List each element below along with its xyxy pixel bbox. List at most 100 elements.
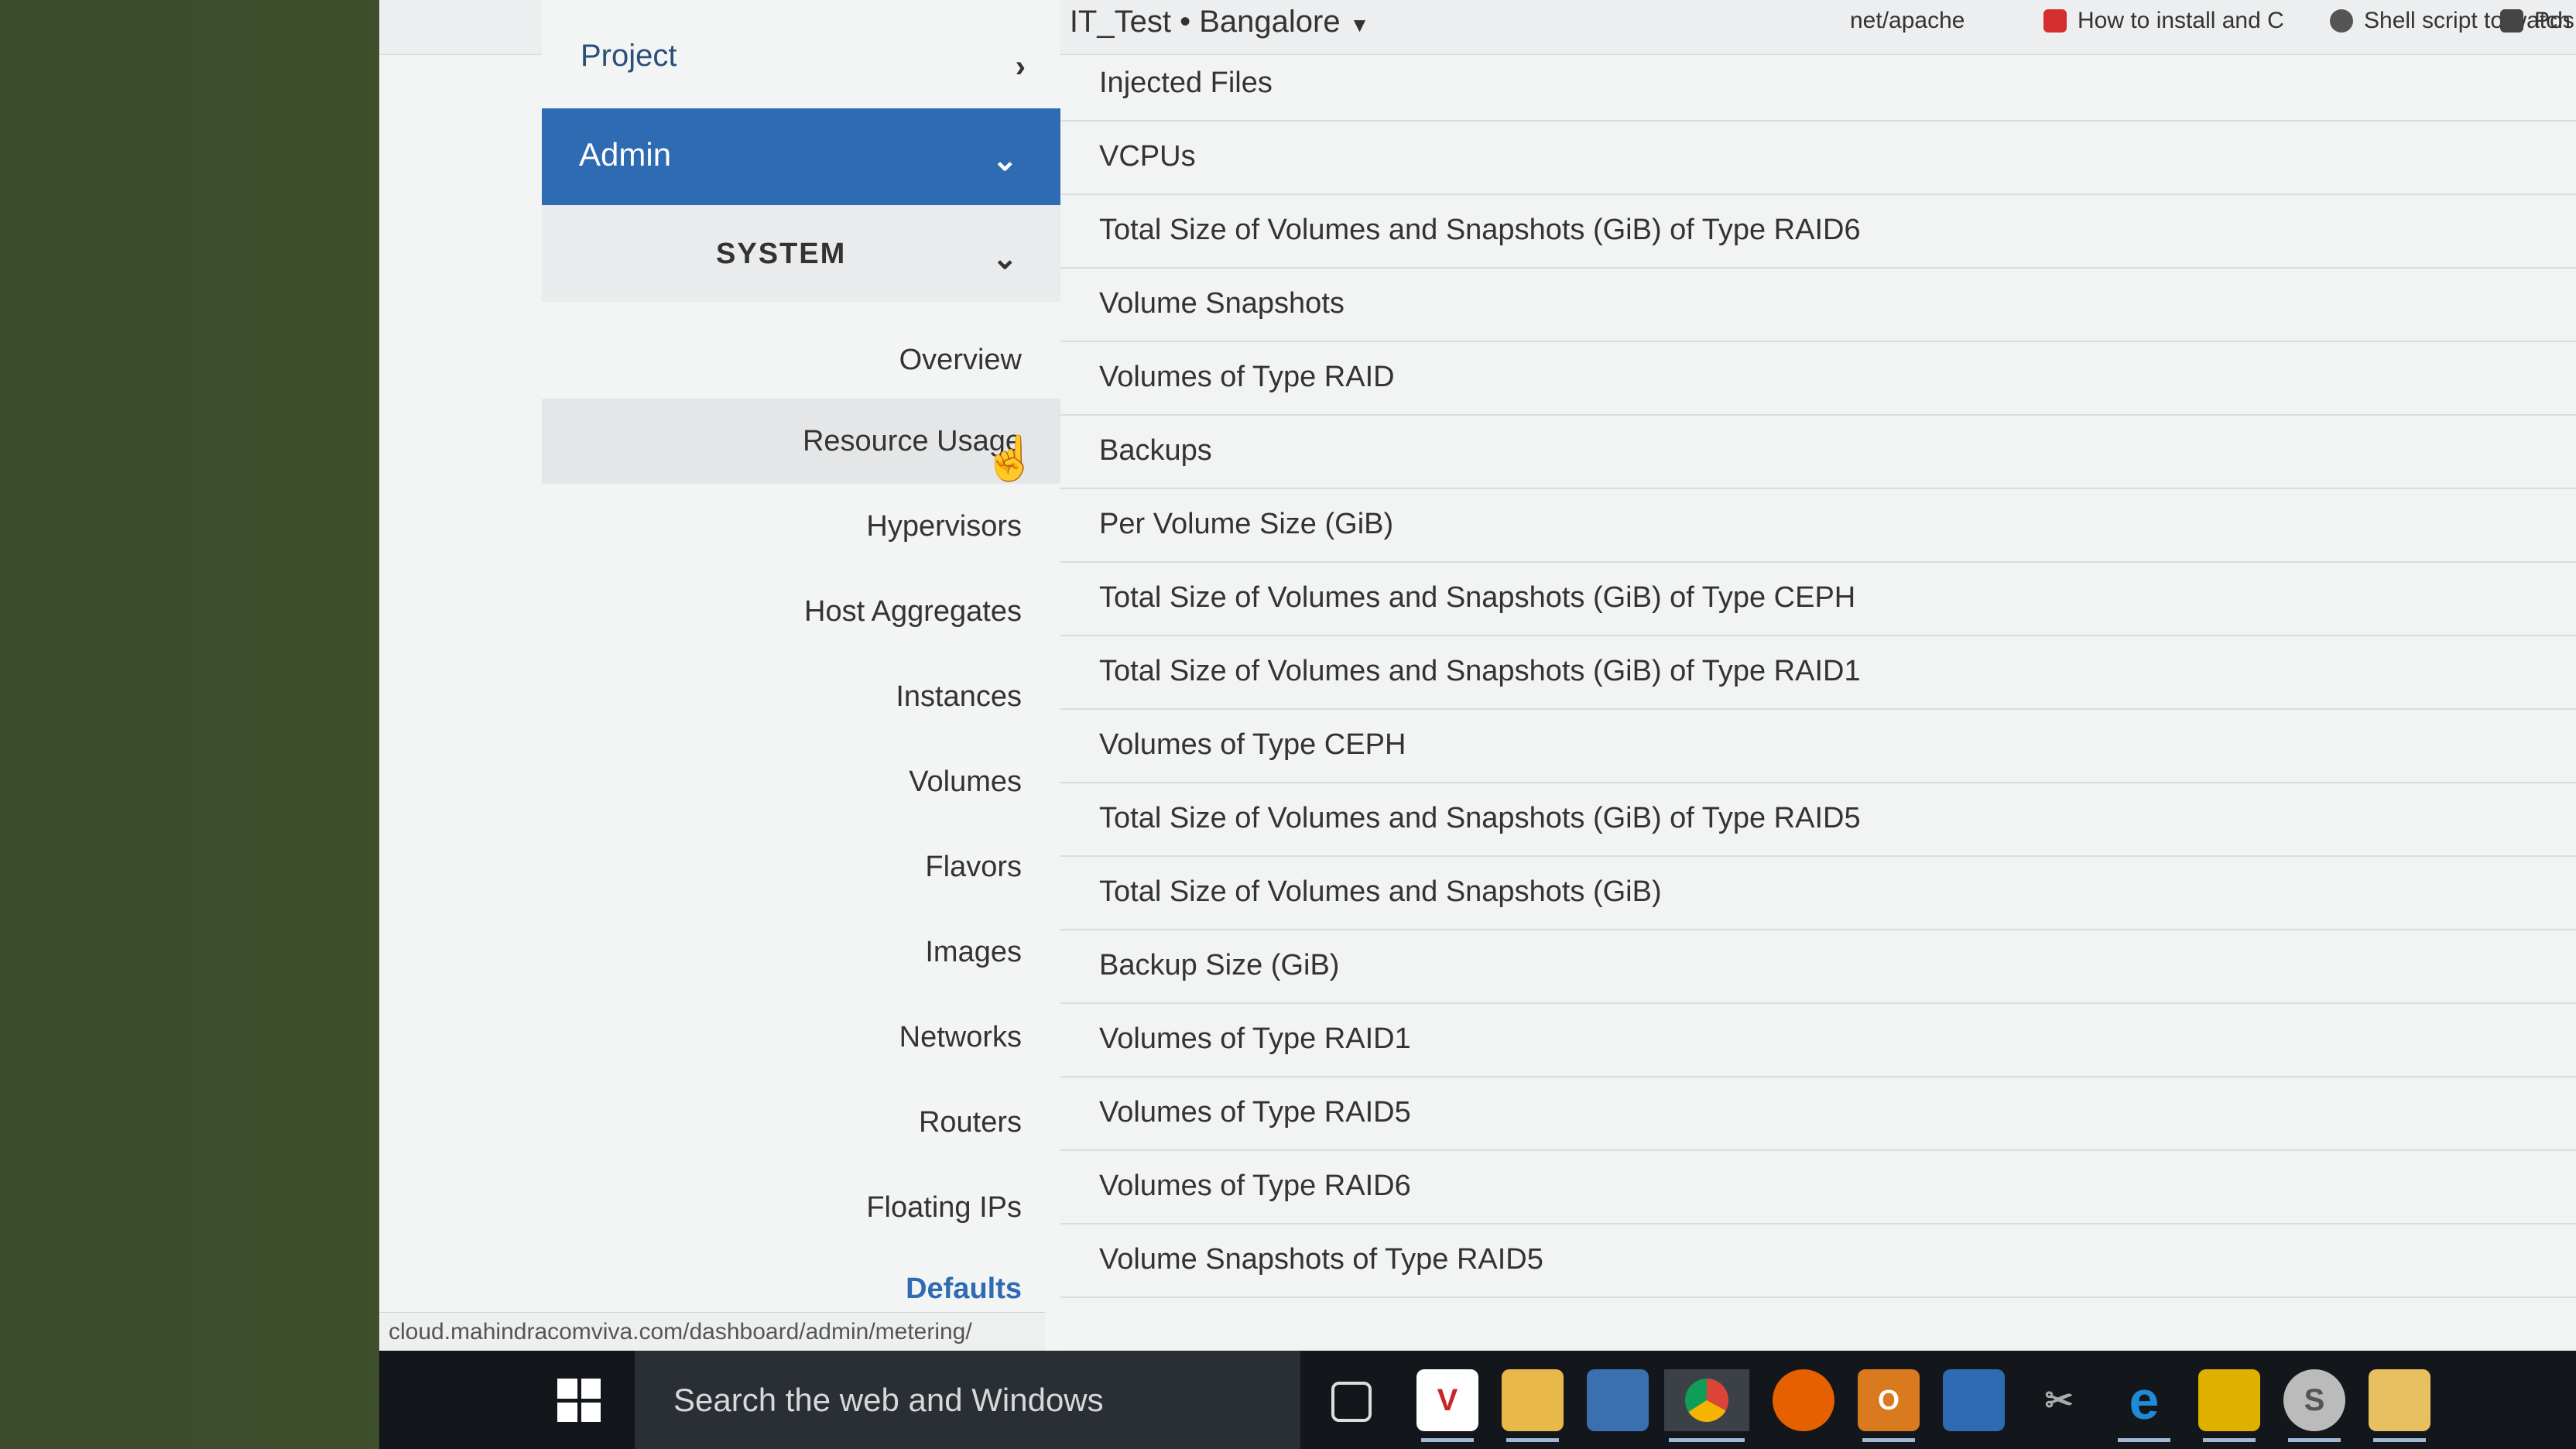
sidebar-item-label: Overview bbox=[899, 344, 1022, 376]
metric-label: Total Size of Volumes and Snapshots (GiB… bbox=[1099, 581, 1856, 614]
bookmark-site-icon bbox=[2500, 9, 2523, 33]
sidebar-project-label: Project bbox=[581, 39, 677, 73]
sidebar-item-label: Hypervisors bbox=[866, 510, 1022, 543]
start-tile bbox=[557, 1402, 577, 1422]
skype-icon[interactable]: S bbox=[2283, 1369, 2345, 1442]
browser-status-bar: cloud.mahindracomviva.com/dashboard/admi… bbox=[379, 1312, 1045, 1351]
start-tile bbox=[557, 1379, 577, 1399]
list-item: Volumes of Type CEPH bbox=[1060, 708, 2576, 783]
sidebar-item-instances[interactable]: Instances bbox=[542, 654, 1060, 739]
file-explorer-icon[interactable] bbox=[1502, 1369, 1564, 1442]
sidebar-item-overview[interactable]: Overview bbox=[542, 317, 1060, 402]
metric-label: VCPUs bbox=[1099, 140, 1196, 173]
bookmark-item[interactable]: net/apache bbox=[1850, 8, 1965, 34]
folder-icon[interactable] bbox=[2369, 1369, 2430, 1442]
list-item: Total Size of Volumes and Snapshots (GiB… bbox=[1060, 855, 2576, 930]
sidebar-item-label: Floating IPs bbox=[866, 1191, 1022, 1224]
list-item: VCPUs bbox=[1060, 120, 2576, 195]
metric-label: Total Size of Volumes and Snapshots (GiB… bbox=[1099, 802, 1861, 834]
start-tile bbox=[581, 1402, 601, 1422]
taskbar-search-placeholder: Search the web and Windows bbox=[673, 1382, 1104, 1418]
hand-cursor-icon: ☝ bbox=[983, 433, 1037, 482]
chrome-icon[interactable] bbox=[1664, 1369, 1749, 1442]
list-item: Volumes of Type RAID5 bbox=[1060, 1076, 2576, 1151]
sidebar-item-routers[interactable]: Routers bbox=[542, 1080, 1060, 1165]
metric-label: Backup Size (GiB) bbox=[1099, 949, 1340, 981]
list-item: Volume Snapshots of Type RAID5 bbox=[1060, 1223, 2576, 1298]
sidebar-item-label: Images bbox=[925, 936, 1022, 968]
metric-label: Volume Snapshots of Type RAID5 bbox=[1099, 1243, 1543, 1276]
bookmark-item[interactable]: Pos bbox=[2500, 8, 2574, 34]
vc-app-icon[interactable]: V bbox=[1416, 1369, 1478, 1442]
sidebar-item-label: Defaults bbox=[906, 1273, 1022, 1305]
sidebar-system-section[interactable]: SYSTEM ⌄ bbox=[542, 205, 1060, 302]
list-item: Volume Snapshots bbox=[1060, 267, 2576, 342]
sidebar-project[interactable]: Project › bbox=[542, 23, 1060, 108]
metric-label: Volumes of Type CEPH bbox=[1099, 728, 1406, 761]
bookmark-label: net/apache bbox=[1850, 8, 1965, 33]
sidebar-item-images[interactable]: Images bbox=[542, 909, 1060, 995]
sidebar-admin-label: Admin bbox=[579, 136, 672, 173]
windows-start-button[interactable] bbox=[557, 1379, 601, 1422]
list-item: Volumes of Type RAID6 bbox=[1060, 1149, 2576, 1225]
metric-list: Injected Files VCPUs Total Size of Volum… bbox=[1060, 46, 2576, 1351]
sidebar-item-networks[interactable]: Networks bbox=[542, 995, 1060, 1080]
sidebar-admin[interactable]: Admin ⌄ bbox=[542, 108, 1060, 205]
bookmark-item[interactable]: How to install and C bbox=[2043, 8, 2284, 34]
list-item: Backups bbox=[1060, 414, 2576, 489]
browser-window: Comviva • IT_Test • Bangalore ▼ net/apach… bbox=[379, 0, 2576, 1351]
sidebar-item-label: Host Aggregates bbox=[804, 595, 1022, 628]
sidebar-item-flavors[interactable]: Flavors bbox=[542, 824, 1060, 909]
list-item: Volumes of Type RAID bbox=[1060, 341, 2576, 416]
monitor-screen: Comviva • IT_Test • Bangalore ▼ net/apach… bbox=[379, 0, 2576, 1449]
list-item: Injected Files bbox=[1060, 46, 2576, 122]
network-app-icon[interactable] bbox=[1587, 1369, 1649, 1431]
metric-label: Volumes of Type RAID6 bbox=[1099, 1170, 1411, 1202]
list-item: Per Volume Size (GiB) bbox=[1060, 488, 2576, 563]
task-view-icon[interactable] bbox=[1331, 1382, 1372, 1422]
windows-taskbar: Search the web and Windows V O ✂ e S bbox=[379, 1351, 2576, 1449]
bookmark-label: Pos bbox=[2534, 8, 2574, 33]
sidebar-item-hypervisors[interactable]: Hypervisors bbox=[542, 484, 1060, 569]
sidebar-item-label: Routers bbox=[918, 1106, 1022, 1139]
sidebar-nav: Project › Admin ⌄ SYSTEM ⌄ Overview Reso… bbox=[542, 0, 1060, 1351]
internet-explorer-icon[interactable]: e bbox=[2113, 1369, 2175, 1442]
list-item: Total Size of Volumes and Snapshots (GiB… bbox=[1060, 782, 2576, 857]
metric-label: Volumes of Type RAID5 bbox=[1099, 1096, 1411, 1129]
list-item: Total Size of Volumes and Snapshots (GiB… bbox=[1060, 561, 2576, 636]
metric-label: Backups bbox=[1099, 434, 1212, 467]
firefox-icon[interactable] bbox=[1773, 1369, 1834, 1431]
metric-label: Volume Snapshots bbox=[1099, 287, 1345, 320]
youtube-icon bbox=[2043, 9, 2067, 33]
list-item: Total Size of Volumes and Snapshots (GiB… bbox=[1060, 194, 2576, 269]
metric-label: Total Size of Volumes and Snapshots (GiB… bbox=[1099, 875, 1662, 908]
chevron-down-icon: ⌄ bbox=[992, 143, 1018, 177]
dropdown-caret-icon: ▼ bbox=[1349, 13, 1370, 36]
metric-label: Per Volume Size (GiB) bbox=[1099, 508, 1394, 540]
bookmark-label: How to install and C bbox=[2078, 8, 2284, 33]
sidebar-item-label: Networks bbox=[899, 1021, 1022, 1053]
remote-desktop-icon[interactable] bbox=[1943, 1369, 2005, 1431]
sidebar-item-resource-usage[interactable]: Resource Usage ☝ bbox=[542, 399, 1060, 484]
sidebar-item-label: Instances bbox=[896, 680, 1022, 713]
sidebar-item-label: Volumes bbox=[909, 766, 1022, 798]
list-item: Backup Size (GiB) bbox=[1060, 929, 2576, 1004]
outlook-icon[interactable]: O bbox=[1858, 1369, 1920, 1442]
metric-label: Total Size of Volumes and Snapshots (GiB… bbox=[1099, 655, 1861, 687]
status-url: cloud.mahindracomviva.com/dashboard/admi… bbox=[389, 1319, 972, 1345]
start-tile bbox=[581, 1379, 601, 1399]
sidebar-item-volumes[interactable]: Volumes bbox=[542, 739, 1060, 824]
metric-label: Volumes of Type RAID bbox=[1099, 361, 1395, 393]
taskbar-search-box[interactable]: Search the web and Windows bbox=[635, 1351, 1300, 1449]
metric-label: Total Size of Volumes and Snapshots (GiB… bbox=[1099, 214, 1861, 246]
snipping-tool-icon[interactable]: ✂ bbox=[2028, 1369, 2090, 1431]
sidebar-item-label: Flavors bbox=[925, 851, 1022, 883]
list-item: Volumes of Type RAID1 bbox=[1060, 1002, 2576, 1077]
sidebar-item-host-aggregates[interactable]: Host Aggregates bbox=[542, 569, 1060, 654]
puzzle-app-icon[interactable] bbox=[2198, 1369, 2260, 1442]
list-item: Total Size of Volumes and Snapshots (GiB… bbox=[1060, 635, 2576, 710]
metric-label: Injected Files bbox=[1099, 67, 1273, 99]
chevron-right-icon: › bbox=[1015, 50, 1026, 84]
bookmark-site-icon bbox=[2330, 9, 2353, 33]
sidebar-item-floating-ips[interactable]: Floating IPs bbox=[542, 1165, 1060, 1250]
